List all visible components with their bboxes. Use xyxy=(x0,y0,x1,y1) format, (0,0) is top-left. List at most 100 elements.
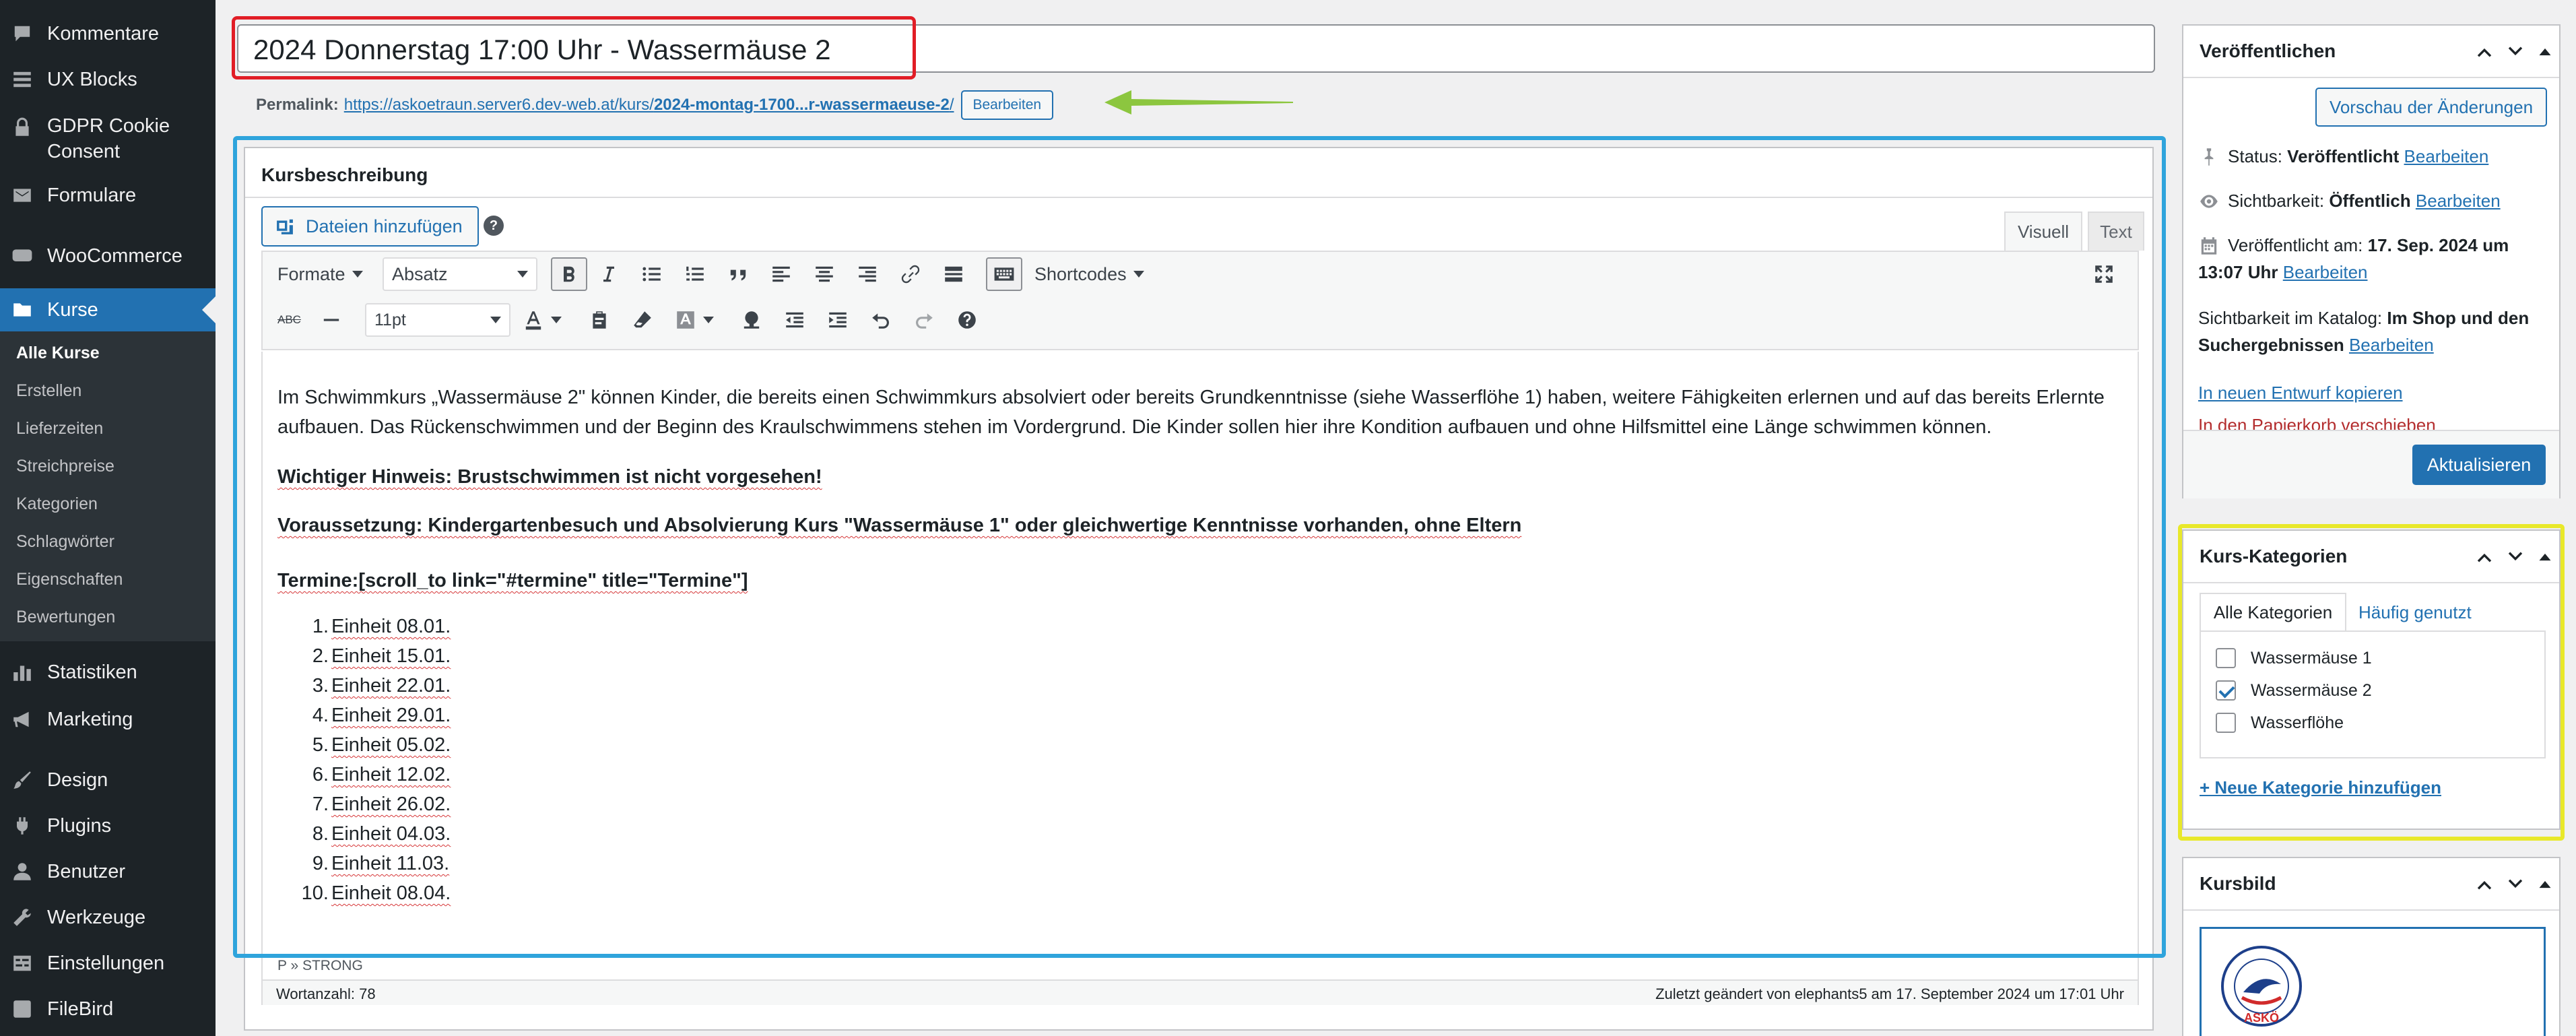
image-box-title: Kursbild xyxy=(2200,873,2276,894)
menu-label: Formulare xyxy=(47,185,137,206)
submenu-reviews[interactable]: Bewertungen xyxy=(16,608,115,627)
blocks-icon xyxy=(11,68,34,91)
move-down-button[interactable] xyxy=(2504,873,2527,896)
visibility-row: Sichtbarkeit: Öffentlich Bearbeiten xyxy=(2198,187,2548,214)
edit-status-link[interactable]: Bearbeiten xyxy=(2404,146,2489,166)
word-count-bar: Wortanzahl: 78 Zuletzt geändert von elep… xyxy=(263,979,2138,1005)
comment-icon xyxy=(11,22,34,45)
move-up-button[interactable] xyxy=(2473,873,2496,896)
menu-label: Benutzer xyxy=(47,861,126,882)
menu-comments[interactable]: Kommentare xyxy=(0,19,216,48)
admin-sidebar: Kommentare UX Blocks GDPR Cookie Consent… xyxy=(0,0,216,1036)
edit-visibility-link[interactable]: Bearbeiten xyxy=(2416,191,2501,211)
permalink-trail: / xyxy=(949,96,954,114)
woocommerce-icon xyxy=(11,245,34,267)
catalog-label: Sichtbarkeit im Katalog: xyxy=(2198,308,2383,328)
chevron-down-icon xyxy=(2508,46,2523,56)
publish-box-title: Veröffentlichen xyxy=(2200,40,2336,61)
visibility-value: Öffentlich xyxy=(2329,191,2411,211)
status-label: Status: xyxy=(2228,146,2282,166)
edit-date-link[interactable]: Bearbeiten xyxy=(2283,262,2368,282)
preview-changes-button[interactable]: Vorschau der Änderungen xyxy=(2315,88,2547,127)
permalink-row: Permalink: https://askoetraun.server6.de… xyxy=(256,90,1054,120)
categories-highlight-frame xyxy=(2178,524,2565,841)
menu-label: FileBird xyxy=(47,998,114,1020)
toggle-panel-button[interactable] xyxy=(2534,873,2556,896)
green-arrow-annotation xyxy=(1104,90,1293,115)
brush-icon xyxy=(11,769,34,791)
permalink-base: https://askoetraun.server6.dev-web.at/ku… xyxy=(343,96,654,114)
word-count: Wortanzahl: 78 xyxy=(276,985,376,1002)
image-box-header: Kursbild xyxy=(2183,858,2559,911)
menu-statistics[interactable]: Statistiken xyxy=(0,657,216,687)
submenu-strike-prices[interactable]: Streichpreise xyxy=(16,457,114,476)
menu-label: UX Blocks xyxy=(47,69,137,90)
chevron-up-icon xyxy=(2477,48,2492,57)
mail-icon xyxy=(11,184,34,207)
menu-label: GDPR Cookie Consent xyxy=(47,115,170,162)
update-button[interactable]: Aktualisieren xyxy=(2412,445,2546,485)
menu-users[interactable]: Benutzer xyxy=(0,857,216,886)
submenu-all-courses[interactable]: Alle Kurse xyxy=(16,344,100,363)
publish-actions: Aktualisieren xyxy=(2183,430,2559,498)
triangle-up-icon xyxy=(2539,880,2551,888)
menu-label: Marketing xyxy=(47,709,133,730)
editor-highlight-frame xyxy=(233,136,2166,958)
copy-to-draft-link[interactable]: In neuen Entwurf kopieren xyxy=(2198,383,2403,403)
submenu-categories[interactable]: Kategorien xyxy=(16,494,98,514)
pin-icon xyxy=(2198,146,2221,169)
calendar-icon xyxy=(2198,235,2221,258)
publish-box: Veröffentlichen Vorschau der Änderungen … xyxy=(2182,24,2561,498)
folder-icon xyxy=(11,298,34,321)
menu-forms[interactable]: Formulare xyxy=(0,181,216,210)
move-down-button[interactable] xyxy=(2504,40,2527,63)
menu-label: Design xyxy=(47,769,108,791)
club-logo: ASKÖ xyxy=(2221,946,2302,1027)
menu-label: Kommentare xyxy=(47,23,160,44)
submenu-create[interactable]: Erstellen xyxy=(16,381,81,401)
chevron-up-icon xyxy=(2477,880,2492,890)
menu-label: Statistiken xyxy=(47,661,137,683)
visibility-label: Sichtbarkeit: xyxy=(2228,191,2325,211)
published-label: Veröffentlicht am: xyxy=(2228,235,2363,255)
menu-settings[interactable]: Einstellungen xyxy=(0,948,216,978)
lock-icon xyxy=(11,116,34,139)
published-date-row: Veröffentlicht am: 17. Sep. 2024 um 13:0… xyxy=(2198,232,2548,286)
permalink-slug: 2024-montag-1700...r-wassermaeuse-2 xyxy=(653,96,950,114)
element-path[interactable]: P » STRONG xyxy=(277,958,363,974)
user-icon xyxy=(11,860,34,883)
menu-gdpr-cookie-consent[interactable]: GDPR Cookie Consent xyxy=(0,113,216,170)
permalink-link[interactable]: https://askoetraun.server6.dev-web.at/ku… xyxy=(344,96,954,115)
title-highlight-frame xyxy=(232,16,916,79)
permalink-edit-button[interactable]: Bearbeiten xyxy=(960,90,1054,120)
menu-label: Werkzeuge xyxy=(47,907,146,928)
menu-ux-blocks[interactable]: UX Blocks xyxy=(0,65,216,94)
submenu-attributes[interactable]: Eigenschaften xyxy=(16,570,123,589)
menu-filebird[interactable]: FileBird xyxy=(0,994,216,1024)
chevron-down-icon xyxy=(2508,879,2523,888)
submenu-delivery-times[interactable]: Lieferzeiten xyxy=(16,419,103,439)
submenu-tags[interactable]: Schlagwörter xyxy=(16,532,114,552)
courses-submenu: Alle Kurse Erstellen Lieferzeiten Streic… xyxy=(0,331,216,641)
publish-box-header: Veröffentlichen xyxy=(2183,26,2559,78)
menu-label: WooCommerce xyxy=(47,245,183,267)
editor-statusbar: P » STRONG Wortanzahl: 78 Zuletzt geände… xyxy=(261,952,2139,1005)
course-image-frame[interactable]: ASKÖ xyxy=(2200,927,2546,1036)
edit-catalog-link[interactable]: Bearbeiten xyxy=(2349,335,2434,355)
toggle-panel-button[interactable] xyxy=(2534,40,2556,63)
move-up-button[interactable] xyxy=(2473,40,2496,63)
status-row: Status: Veröffentlicht Bearbeiten xyxy=(2198,143,2548,170)
menu-courses[interactable]: Kurse xyxy=(0,288,216,331)
menu-tools[interactable]: Werkzeuge xyxy=(0,903,216,932)
course-image-box: Kursbild ASKÖ xyxy=(2182,857,2561,1036)
filebird-icon xyxy=(11,998,34,1021)
menu-label: Plugins xyxy=(47,815,112,837)
plug-icon xyxy=(11,814,34,837)
permalink-label: Permalink: xyxy=(256,96,339,114)
last-edited: Zuletzt geändert von elephants5 am 17. S… xyxy=(1655,985,2124,1002)
menu-plugins[interactable]: Plugins xyxy=(0,811,216,841)
menu-marketing[interactable]: Marketing xyxy=(0,705,216,734)
menu-design[interactable]: Design xyxy=(0,765,216,795)
triangle-up-icon xyxy=(2539,48,2551,56)
menu-woocommerce[interactable]: WooCommerce xyxy=(0,241,216,271)
